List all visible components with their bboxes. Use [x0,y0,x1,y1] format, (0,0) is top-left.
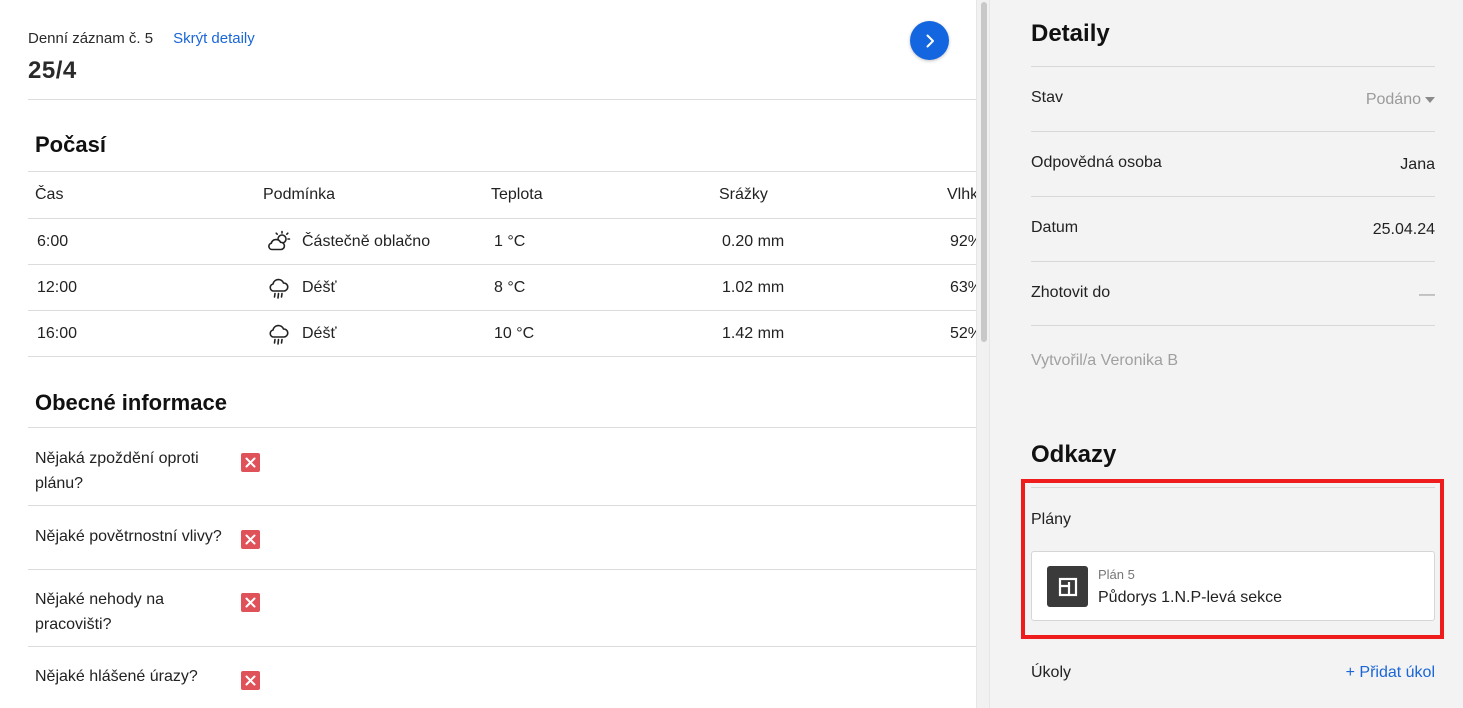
detail-label: Stav [1031,89,1064,106]
status-value: Podáno [1365,91,1421,108]
log-subtitle: Denní záznam č. 5 [28,30,154,47]
general-info-section-title: Obecné informace [35,390,227,415]
x-icon [241,593,260,612]
next-log-button[interactable] [910,21,949,60]
weather-precipitation: 1.42 mm [722,325,785,342]
list-item: Nějaké hlášené úrazy? [28,646,976,708]
general-question: Nějaké povětrnostní vlivy? [35,528,222,545]
add-task-button[interactable]: + Přidat úkol [1346,664,1435,682]
weather-table-header: Čas Podmínka Teplota Srážky Vlhk [28,171,976,219]
detail-value: Jana [1400,156,1435,173]
scrollbar-thumb[interactable] [981,2,987,342]
general-question: Nějaké hlášené úrazy? [35,668,198,685]
detail-label: Zhotovit do [1031,284,1111,301]
list-item: Nějaké povětrnostní vlivy? [28,505,976,569]
detail-label: Odpovědná osoba [1031,154,1162,171]
detail-row-status: Stav Podáno [1031,66,1435,131]
detail-value: — [1419,286,1435,303]
weather-precipitation: 1.02 mm [722,279,785,296]
daily-log-pane: Denní záznam č. 5 Skrýt detaily 25/4 Poč… [0,0,976,708]
weather-section-title: Počasí [35,132,106,157]
detail-value: 25.04.24 [1372,221,1435,238]
rain-icon [269,324,289,345]
detail-row-due: Zhotovit do — [1031,261,1435,326]
links-title: Odkazy [1031,441,1117,468]
log-header: Denní záznam č. 5 Skrýt detaily 25/4 [28,30,255,85]
detail-row-date: Datum 25.04.24 [1031,196,1435,261]
x-icon [241,530,260,549]
weather-humidity: 63% [950,279,976,296]
weather-time: 16:00 [37,325,78,342]
weather-time: 6:00 [37,233,69,250]
log-title: 25/4 [28,57,77,84]
partly-cloudy-icon [268,230,291,251]
tasks-label: Úkoly [1031,664,1072,681]
status-dropdown[interactable]: Podáno [1366,91,1435,109]
detail-label: Datum [1031,219,1079,236]
weather-condition: Částečně oblačno [302,233,431,250]
weather-time: 12:00 [37,279,78,296]
column-header-condition: Podmínka [263,186,336,203]
weather-temperature: 8 °C [494,279,526,296]
weather-humidity: 92% [950,233,976,250]
x-icon [241,453,260,472]
caret-down-icon [1425,97,1435,103]
table-row: 6:00 Částečně oblačno 1 °C 0.20 mm 92% [28,219,976,265]
weather-humidity: 52% [950,325,976,342]
table-row: 16:00 Déšť 10 °C 1.42 mm 52% [28,311,976,357]
weather-condition: Déšť [302,325,337,342]
general-question: Nějaké nehody na pracovišti? [35,591,164,633]
weather-precipitation: 0.20 mm [722,233,785,250]
plans-highlight-box [1021,479,1444,639]
column-header-temperature: Teplota [491,186,543,203]
weather-condition: Déšť [302,279,337,296]
general-question: Nějaká zpoždění oproti plánu? [35,450,199,492]
chevron-right-icon [926,34,934,47]
detail-row-responsible: Odpovědná osoba Jana [1031,131,1435,196]
weather-temperature: 10 °C [494,325,535,342]
hide-details-link[interactable]: Skrýt detaily [173,30,255,47]
column-header-precipitation: Srážky [719,186,768,203]
list-item: Nějaké nehody na pracovišti? [28,569,976,646]
table-row: 12:00 Déšť 8 °C 1.02 mm 63% [28,265,976,311]
details-title: Detaily [1031,20,1110,47]
weather-temperature: 1 °C [494,233,526,250]
left-pane-scrollbar[interactable] [976,0,990,708]
header-divider [28,99,976,100]
list-item: Nějaká zpoždění oproti plánu? [28,427,976,505]
rain-icon [269,278,289,299]
tasks-row: Úkoly + Přidat úkol [1031,664,1435,682]
created-by: Vytvořil/a Veronika B [1031,352,1179,369]
column-header-humidity: Vlhk [947,186,976,203]
x-icon [241,671,260,690]
column-header-time: Čas [35,186,64,203]
